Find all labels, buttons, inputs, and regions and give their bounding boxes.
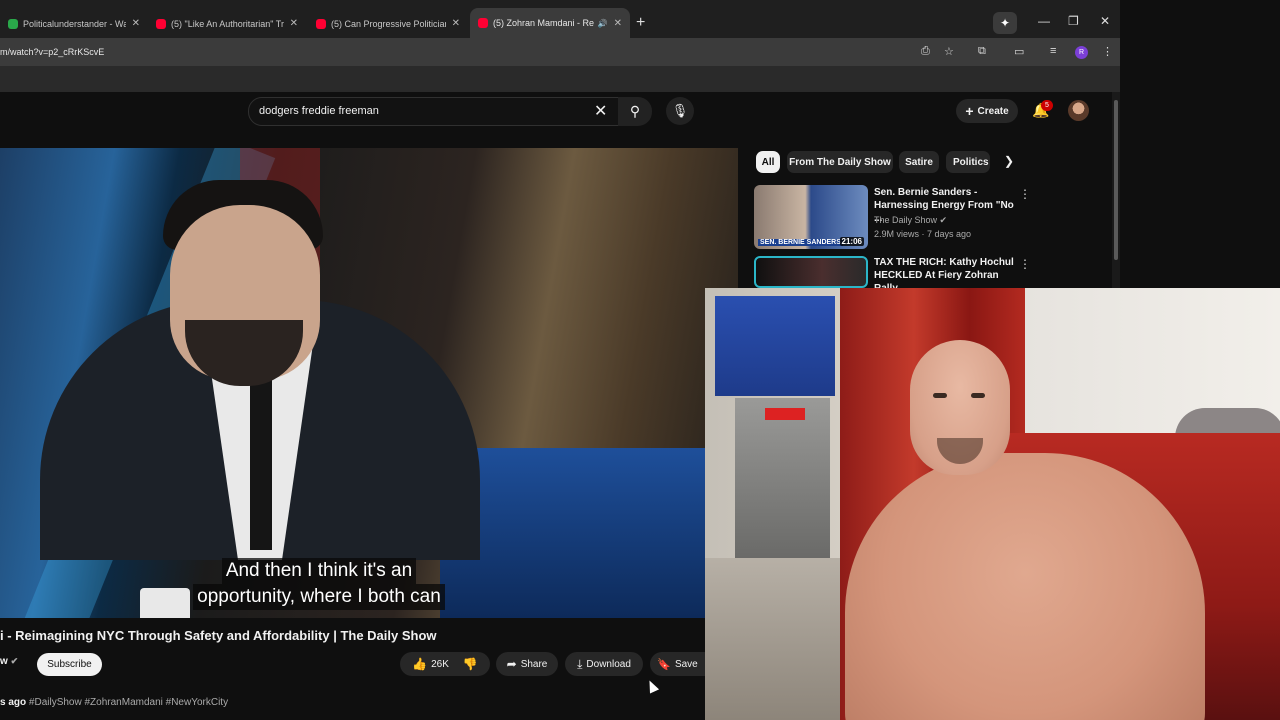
search-icon[interactable]: ⚲: [618, 97, 652, 126]
caption-line-2: opportunity, where I both can: [193, 584, 445, 610]
window-close-icon[interactable]: ✕: [1100, 14, 1110, 28]
microphone-icon[interactable]: 🎙: [666, 97, 694, 125]
share-label: Share: [520, 658, 548, 670]
bookmark-star-icon[interactable]: ☆: [944, 45, 954, 58]
save-label: Save: [674, 658, 698, 670]
channel-name[interactable]: w ✔: [0, 656, 18, 667]
plus-icon: +: [965, 103, 974, 119]
tab-title: (5) Zohran Mamdani - Reim: [493, 18, 594, 28]
subscribe-button[interactable]: Subscribe: [37, 653, 102, 676]
tab-title: (5) Can Progressive Politicians: [331, 18, 446, 29]
studio-couch: [440, 448, 738, 618]
like-dislike-group: 👍 26K 👎: [400, 652, 490, 676]
streamer-eye: [971, 393, 985, 398]
recommendation-thumbnail[interactable]: [754, 256, 868, 288]
fridge-sticker: [765, 408, 805, 420]
like-count: 26K: [431, 658, 449, 670]
new-tab-icon[interactable]: +: [636, 14, 645, 32]
reading-list-icon[interactable]: ≡: [1050, 45, 1056, 57]
video-captions: And then I think it's an opportunity, wh…: [182, 558, 456, 610]
browser-tab-active[interactable]: (5) Zohran Mamdani - Reim 🔊 ✕: [470, 8, 630, 38]
streamer-eye: [933, 393, 947, 398]
close-tab-icon[interactable]: ✕: [290, 18, 298, 29]
install-app-icon[interactable]: ⎙: [921, 45, 930, 58]
more-options-icon[interactable]: ⋮: [1019, 257, 1031, 271]
restore-icon[interactable]: ❐: [1068, 14, 1079, 28]
browser-tab-2[interactable]: (5) "Like An Authoritarian" Tru ✕: [148, 10, 306, 37]
share-button[interactable]: ➦ Share: [496, 652, 558, 676]
caption-line-1: And then I think it's an: [221, 558, 417, 584]
create-label: Create: [977, 105, 1009, 117]
chip-from-channel[interactable]: From The Daily Show: [787, 151, 893, 173]
video-player[interactable]: [0, 148, 738, 618]
save-button[interactable]: 🔖 Save: [650, 652, 705, 676]
share-icon: ➦: [506, 657, 517, 671]
recommendation-meta: 2.9M views · 7 days ago: [874, 229, 972, 239]
hashtags[interactable]: #DailyShow #ZohranMamdani #NewYorkCity: [29, 697, 228, 708]
minimize-icon[interactable]: —: [1038, 14, 1050, 28]
bookmark-icon: 🔖: [657, 658, 671, 671]
download-button[interactable]: ⤓ Download: [565, 652, 643, 676]
streamer-torso: [845, 453, 1205, 720]
mini-fridge: [735, 398, 830, 558]
chevron-right-icon[interactable]: ❯: [1004, 154, 1014, 168]
recommendation-channel[interactable]: The Daily Show ✔: [874, 215, 947, 226]
guest-tie: [250, 380, 272, 550]
search-input[interactable]: dodgers freddie freeman ✕: [248, 97, 620, 126]
upload-date: s ago: [0, 697, 27, 708]
download-icon: ⤓: [577, 656, 583, 671]
verified-icon: ✔: [939, 215, 948, 225]
side-panel-icon[interactable]: ▭: [1014, 45, 1024, 58]
speaker-icon[interactable]: 🔊: [598, 19, 608, 28]
video-description[interactable]: s ago #DailyShow #ZohranMamdani #NewYork…: [0, 697, 228, 708]
chip-politics[interactable]: Politics: [946, 151, 990, 173]
close-tab-icon[interactable]: ✕: [614, 18, 622, 29]
channel-name-text: w: [0, 656, 8, 667]
chip-satire[interactable]: Satire: [899, 151, 939, 173]
clear-search-icon[interactable]: ✕: [594, 101, 607, 121]
floor: [705, 558, 845, 720]
youtube-favicon-icon: [316, 18, 326, 29]
channel-text: The Daily Show: [874, 215, 938, 225]
chip-all[interactable]: All: [756, 151, 780, 173]
youtube-favicon-icon: [156, 18, 166, 29]
sparkle-icon[interactable]: ✦: [993, 12, 1017, 34]
download-label: Download: [586, 658, 631, 670]
account-avatar[interactable]: [1068, 100, 1089, 121]
verified-icon: ✔: [10, 656, 19, 666]
close-tab-icon[interactable]: ✕: [452, 18, 460, 29]
thumbs-up-icon: 👍: [412, 657, 428, 671]
tab-title: (5) "Like An Authoritarian" Tru: [171, 18, 284, 29]
recommendation-title[interactable]: TAX THE RICH: Kathy Hochul HECKLED At Fi…: [874, 256, 1014, 288]
tab-title: Politicalunderstander - Watch: [23, 18, 126, 29]
profile-avatar[interactable]: R: [1075, 46, 1088, 59]
site-favicon-icon: [8, 18, 18, 29]
thumbnail-text: SEN. BERNIE SANDERS: [758, 239, 843, 246]
video-duration: 21:06: [839, 237, 864, 246]
scrollbar-thumb[interactable]: [1114, 100, 1118, 260]
search-query: dodgers freddie freeman: [259, 105, 379, 117]
mouse-cursor-icon: [644, 678, 660, 694]
recommendation-thumbnail[interactable]: SEN. BERNIE SANDERS 21:06: [754, 185, 868, 249]
close-tab-icon[interactable]: ✕: [132, 18, 140, 29]
bookmarks-bar: [0, 66, 1120, 92]
browser-tab-3[interactable]: (5) Can Progressive Politicians ✕: [308, 10, 468, 37]
webcam-overlay: [705, 288, 1280, 720]
url-field[interactable]: m/watch?v=p2_cRrKScvE: [0, 47, 104, 57]
youtube-favicon-icon: [478, 18, 488, 28]
extensions-icon[interactable]: ⧉: [978, 45, 986, 58]
more-options-icon[interactable]: ⋮: [1019, 187, 1031, 201]
browser-tab-1[interactable]: Politicalunderstander - Watch ✕: [0, 10, 148, 37]
stacked-boxes: [715, 296, 835, 396]
dislike-button[interactable]: 👎: [463, 657, 478, 671]
create-button[interactable]: + Create: [956, 99, 1018, 123]
video-title: i - Reimagining NYC Through Safety and A…: [0, 628, 437, 643]
notification-badge: 5: [1041, 100, 1053, 111]
browser-menu-icon[interactable]: ⋮: [1102, 45, 1113, 58]
like-button[interactable]: 👍 26K: [412, 657, 449, 671]
